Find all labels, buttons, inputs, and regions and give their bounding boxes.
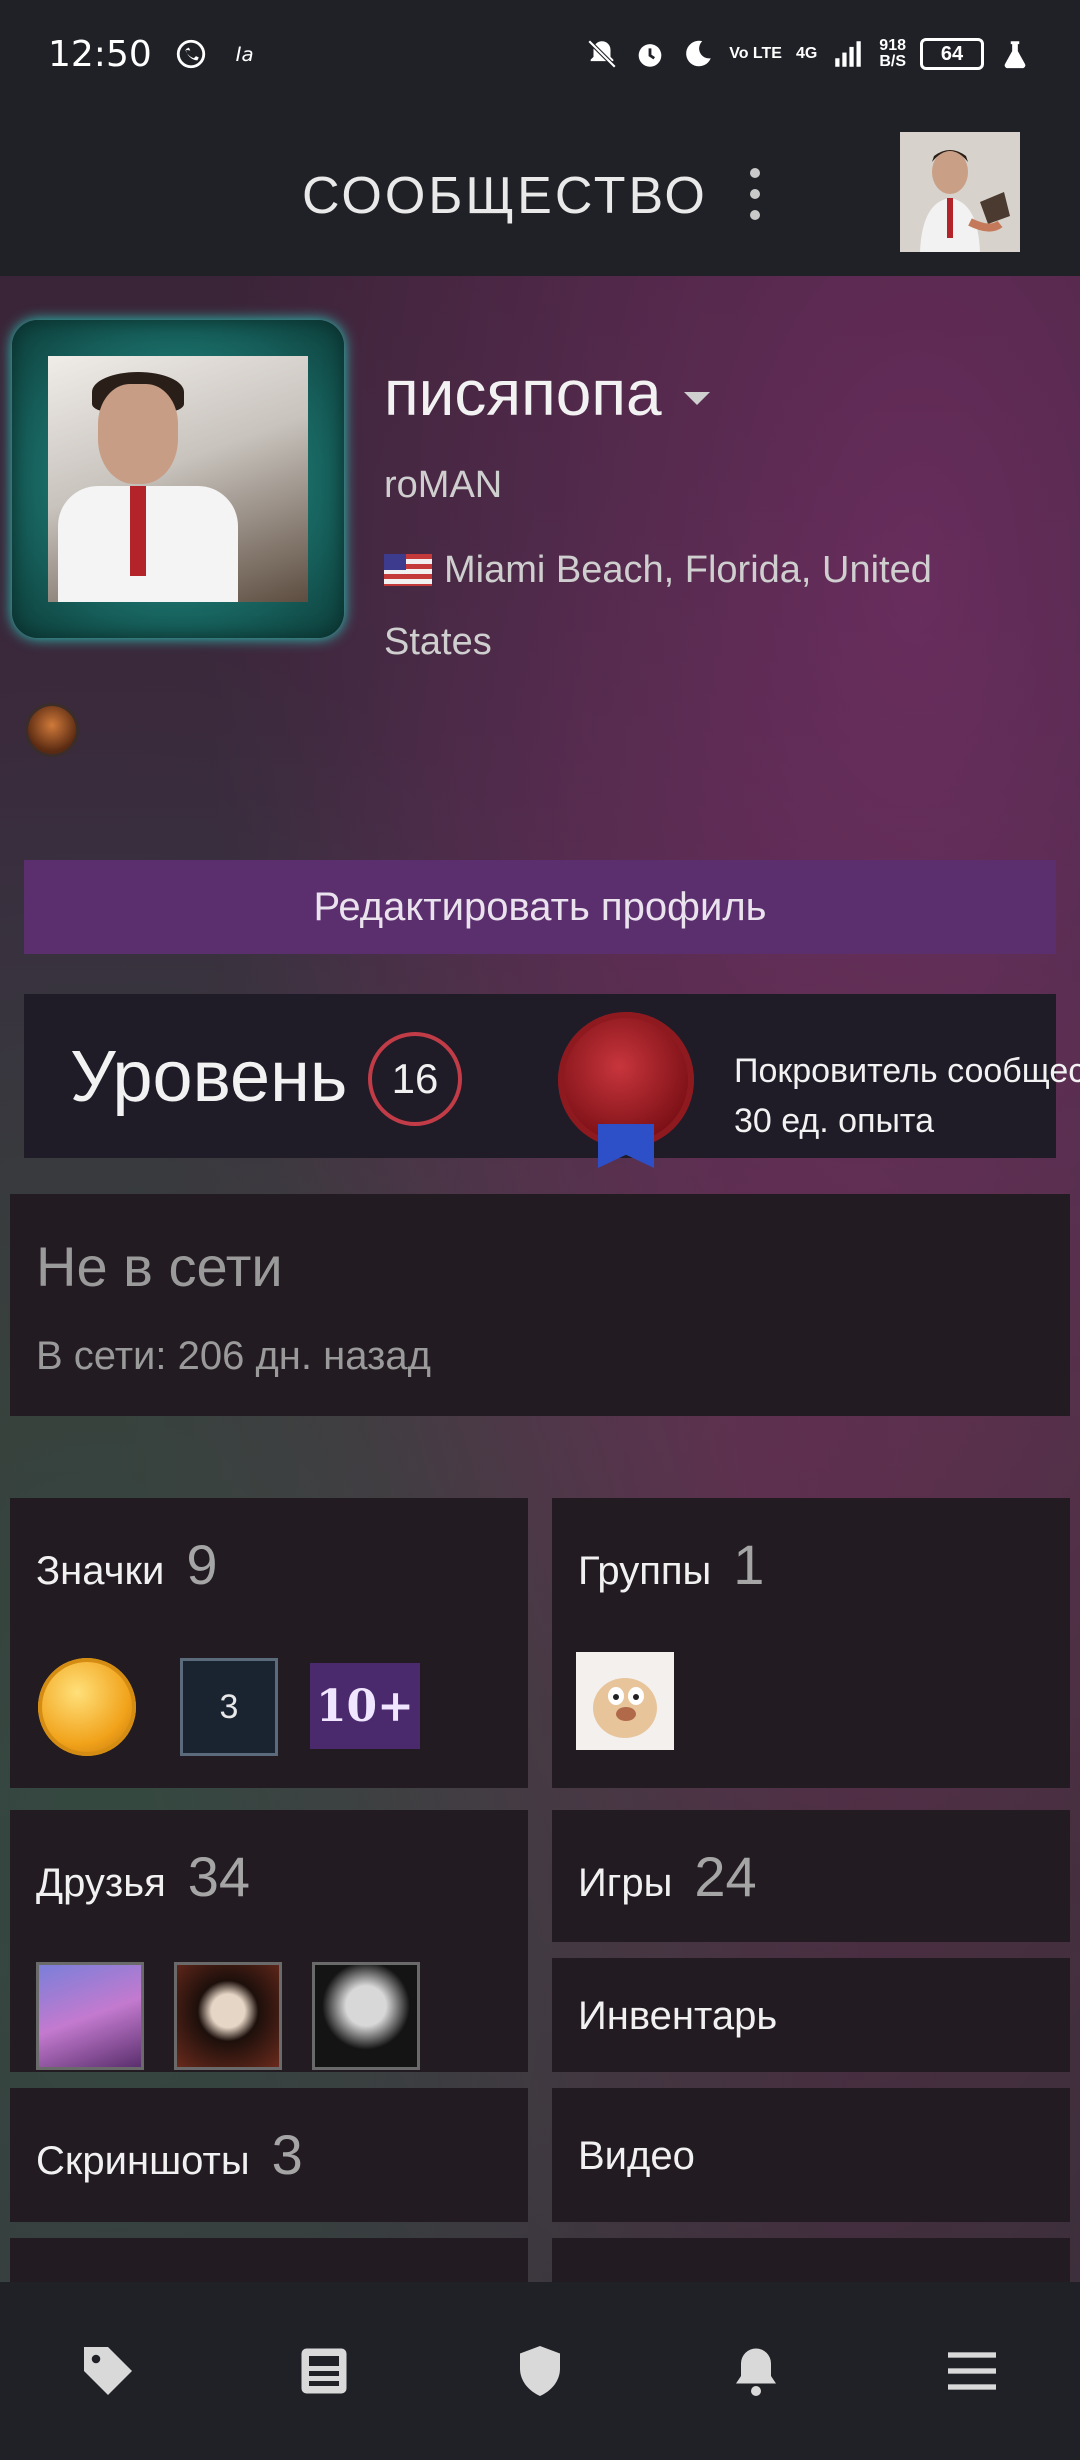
tag-icon[interactable] <box>68 2331 148 2411</box>
online-status-card: Не в сети В сети: 206 дн. назад <box>10 1194 1070 1416</box>
more-options-icon[interactable] <box>740 168 770 220</box>
next-tile-right[interactable] <box>552 2238 1070 2282</box>
xp-amount: 30 ед. опыта <box>734 1102 935 1140</box>
friend-avatar[interactable] <box>36 1962 144 2070</box>
flask-icon <box>1004 41 1026 69</box>
bottom-navigation <box>0 2282 1080 2460</box>
profile-location: Miami Beach, Florida, United States <box>384 549 932 663</box>
whatsapp-icon <box>176 39 205 69</box>
news-icon[interactable] <box>284 2331 364 2411</box>
moon-icon <box>686 40 711 67</box>
xp-badge-title: Покровитель сообщества <box>734 1052 1080 1090</box>
years-badge[interactable]: 3 <box>180 1658 278 1756</box>
friend-avatar[interactable] <box>174 1962 282 2070</box>
shield-icon[interactable] <box>500 2331 580 2411</box>
seal-ribbon-icon <box>598 1124 654 1168</box>
bell-muted-icon <box>587 39 617 69</box>
featured-badge-icon[interactable] <box>28 706 76 754</box>
friend-avatar[interactable] <box>312 1962 420 2070</box>
group-avatar[interactable] <box>576 1652 674 1750</box>
badges-label: Значки 9 <box>36 1533 218 1596</box>
us-flag-icon <box>384 554 432 586</box>
edit-profile-button[interactable]: Редактировать профиль <box>24 860 1056 954</box>
videos-tile[interactable]: Видео <box>552 2088 1070 2222</box>
menu-icon[interactable] <box>932 2331 1012 2411</box>
online-status: Не в сети <box>36 1235 283 1298</box>
profile-avatar <box>48 356 308 602</box>
friends-label: Друзья 34 <box>36 1845 251 1908</box>
badges-tile[interactable]: Значки 9 3 10+ <box>10 1498 528 1788</box>
svg-text:Ia: Ia <box>235 43 253 66</box>
header-title: СООБЩЕСТВО <box>302 167 708 225</box>
games-tile[interactable]: Игры 24 <box>552 1810 1070 1942</box>
games-label: Игры 24 <box>578 1845 757 1908</box>
level-label: Уровень <box>70 1037 348 1117</box>
videos-label: Видео <box>578 2134 695 2178</box>
friends-tile[interactable]: Друзья 34 <box>10 1810 528 2072</box>
header-avatar[interactable] <box>900 132 1020 252</box>
inventory-label: Инвентарь <box>578 1994 778 2038</box>
inventory-tile[interactable]: Инвентарь <box>552 1958 1070 2072</box>
screenshots-tile[interactable]: Скриншоты 3 <box>10 2088 528 2222</box>
games-owned-badge[interactable]: 10+ <box>310 1663 420 1749</box>
app-header: СООБЩЕСТВО <box>0 108 1080 276</box>
status-time: 12:50 <box>48 33 152 75</box>
battery-indicator: 64 <box>920 38 984 70</box>
profile-avatar-frame <box>12 320 344 638</box>
next-tile-left[interactable] <box>10 2238 528 2282</box>
app-notification-icon: Ia <box>235 43 253 66</box>
profile-real-name: roMAN <box>384 464 503 506</box>
level-card[interactable]: Уровень 16 Покровитель сообщества 30 ед.… <box>24 994 1080 1168</box>
gold-badge-icon[interactable] <box>38 1658 136 1756</box>
screenshots-label: Скриншоты 3 <box>36 2123 303 2186</box>
groups-label: Группы 1 <box>578 1533 765 1596</box>
profile-username[interactable]: писяпопа <box>384 356 710 430</box>
volte-indicator: Vo LTE <box>729 45 782 62</box>
last-online: В сети: 206 дн. назад <box>36 1334 431 1378</box>
avatar-image <box>900 132 1020 252</box>
status-bar: 12:50 Ia Vo LTE 4G 918 B/S 64 <box>0 0 1080 108</box>
caret-down-icon[interactable] <box>683 391 710 405</box>
signal-icon <box>835 41 862 67</box>
groups-tile[interactable]: Группы 1 <box>552 1498 1070 1788</box>
bell-icon[interactable] <box>716 2331 796 2411</box>
alarm-icon <box>638 44 662 67</box>
profile-area: писяпопа roMAN Miami Beach, Florida, Uni… <box>0 276 1080 2282</box>
level-badge: 16 <box>368 1032 462 1126</box>
network-speed: 918 B/S <box>879 37 906 70</box>
network-type: 4G <box>795 45 818 62</box>
